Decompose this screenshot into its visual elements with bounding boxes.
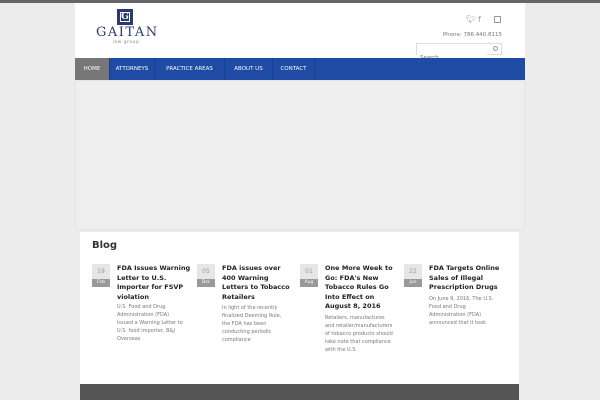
post-excerpt: On June 9, 2016, The U.S. Food and Drug …: [429, 296, 494, 326]
phone-number: Phone: 786.440.8115: [442, 32, 502, 38]
post-excerpt: U.S. Food and Drug Administration (FDA) …: [117, 304, 183, 342]
nav-item-practice-areas[interactable]: PRACTICE AREAS: [155, 58, 225, 80]
post-month: Feb: [92, 279, 110, 287]
linkedin-icon[interactable]: [494, 16, 501, 23]
post-day: 22: [404, 264, 422, 279]
post-date: 05 Dec: [197, 264, 215, 287]
twitter-icon[interactable]: 🐦︎: [466, 15, 476, 24]
nav-item-attorneys[interactable]: ATTORNEYS: [110, 58, 155, 80]
hero-banner: [75, 80, 525, 230]
main-nav: HOME ATTORNEYS PRACTICE AREAS ABOUT US C…: [75, 58, 525, 80]
blog-section: Blog 19 Feb FDA Issues Warning Letter to…: [80, 232, 519, 384]
post-month: Jun: [404, 279, 422, 287]
post-excerpt: Retailers, manufactures and retailer/man…: [325, 315, 393, 353]
logo-mark[interactable]: G: [117, 9, 133, 25]
post-date: 22 Jun: [404, 264, 422, 287]
post-day: 01: [300, 264, 318, 279]
post-month: Aug: [300, 279, 318, 287]
logo-text[interactable]: GAITAN: [96, 25, 157, 40]
logo-tagline: law group: [112, 40, 140, 45]
site-footer: [80, 384, 519, 400]
post-title[interactable]: FDA Targets Online Sales of Illegal Pres…: [429, 264, 503, 293]
post-title[interactable]: One More Week to Go: FDA's New Tobacco R…: [325, 264, 399, 312]
post-day: 05: [197, 264, 215, 279]
post-title[interactable]: FDA issues over 400 Warning Letters to T…: [222, 264, 296, 302]
nav-item-home[interactable]: HOME: [75, 58, 110, 80]
nav-item-contact[interactable]: CONTACT: [273, 58, 315, 80]
post-title[interactable]: FDA Issues Warning Letter to U.S. Import…: [117, 264, 191, 302]
post-date: 01 Aug: [300, 264, 318, 287]
post-excerpt: In light of the recently finalized Deemi…: [222, 305, 282, 343]
post-month: Dec: [197, 279, 215, 287]
blog-title: Blog: [92, 240, 118, 251]
nav-item-about-us[interactable]: ABOUT US: [225, 58, 273, 80]
post-date: 19 Feb: [92, 264, 110, 287]
facebook-icon[interactable]: f: [478, 15, 481, 24]
logo-letter: G: [121, 12, 129, 22]
search-box: [416, 43, 502, 63]
site-header: G GAITAN law group 🐦︎ f Phone: 786.440.8…: [75, 3, 525, 63]
post-day: 19: [92, 264, 110, 279]
search-icon[interactable]: [493, 46, 498, 51]
